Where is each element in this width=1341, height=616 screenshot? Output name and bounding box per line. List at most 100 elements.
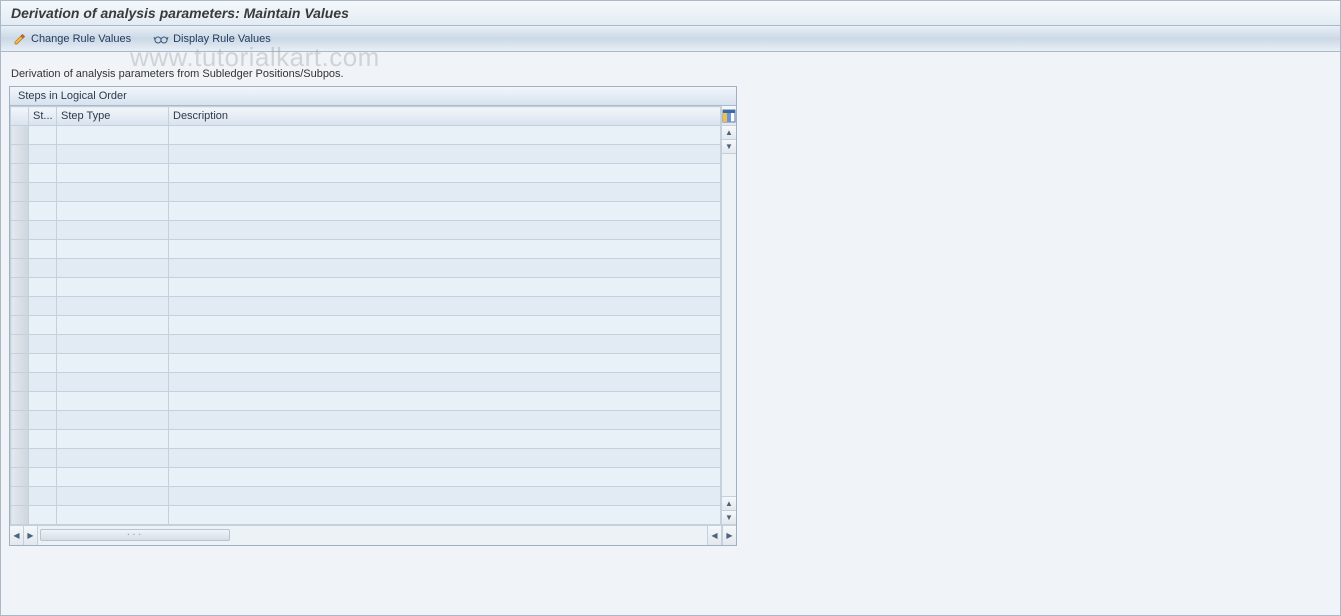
cell-st[interactable] (29, 449, 57, 468)
table-row[interactable] (11, 278, 721, 297)
cell-description[interactable] (169, 316, 721, 335)
scroll-up-button[interactable]: ▲ (722, 126, 736, 140)
cell-description[interactable] (169, 373, 721, 392)
cell-st[interactable] (29, 392, 57, 411)
cell-st[interactable] (29, 297, 57, 316)
cell-st[interactable] (29, 430, 57, 449)
cell-st[interactable] (29, 468, 57, 487)
row-selector[interactable] (11, 259, 29, 278)
cell-step-type[interactable] (57, 354, 169, 373)
table-row[interactable] (11, 221, 721, 240)
cell-st[interactable] (29, 240, 57, 259)
cell-step-type[interactable] (57, 183, 169, 202)
table-row[interactable] (11, 145, 721, 164)
cell-st[interactable] (29, 202, 57, 221)
display-rule-values-button[interactable]: Display Rule Values (149, 30, 275, 48)
row-selector[interactable] (11, 202, 29, 221)
cell-step-type[interactable] (57, 411, 169, 430)
cell-st[interactable] (29, 221, 57, 240)
cell-st[interactable] (29, 278, 57, 297)
table-row[interactable] (11, 373, 721, 392)
table-row[interactable] (11, 354, 721, 373)
change-rule-values-button[interactable]: Change Rule Values (9, 30, 135, 48)
table-row[interactable] (11, 506, 721, 525)
cell-step-type[interactable] (57, 145, 169, 164)
cell-st[interactable] (29, 183, 57, 202)
cell-description[interactable] (169, 392, 721, 411)
row-selector[interactable] (11, 449, 29, 468)
row-selector[interactable] (11, 392, 29, 411)
cell-st[interactable] (29, 164, 57, 183)
horizontal-scroll-thumb[interactable] (40, 529, 230, 541)
table-row[interactable] (11, 487, 721, 506)
cell-step-type[interactable] (57, 335, 169, 354)
cell-description[interactable] (169, 487, 721, 506)
col-header-st[interactable]: St... (29, 107, 57, 126)
cell-description[interactable] (169, 259, 721, 278)
cell-step-type[interactable] (57, 240, 169, 259)
row-selector[interactable] (11, 411, 29, 430)
cell-st[interactable] (29, 373, 57, 392)
cell-st[interactable] (29, 259, 57, 278)
cell-step-type[interactable] (57, 202, 169, 221)
cell-step-type[interactable] (57, 297, 169, 316)
cell-step-type[interactable] (57, 449, 169, 468)
cell-st[interactable] (29, 335, 57, 354)
cell-st[interactable] (29, 354, 57, 373)
cell-step-type[interactable] (57, 487, 169, 506)
table-row[interactable] (11, 202, 721, 221)
cell-st[interactable] (29, 506, 57, 525)
cell-description[interactable] (169, 240, 721, 259)
cell-step-type[interactable] (57, 164, 169, 183)
cell-description[interactable] (169, 202, 721, 221)
cell-description[interactable] (169, 430, 721, 449)
table-row[interactable] (11, 240, 721, 259)
table-row[interactable] (11, 297, 721, 316)
row-selector[interactable] (11, 506, 29, 525)
cell-st[interactable] (29, 126, 57, 145)
cell-st[interactable] (29, 316, 57, 335)
cell-step-type[interactable] (57, 506, 169, 525)
row-selector-header[interactable] (11, 107, 29, 126)
table-row[interactable] (11, 316, 721, 335)
table-row[interactable] (11, 259, 721, 278)
cell-description[interactable] (169, 221, 721, 240)
row-selector[interactable] (11, 354, 29, 373)
cell-step-type[interactable] (57, 430, 169, 449)
table-row[interactable] (11, 449, 721, 468)
cell-description[interactable] (169, 145, 721, 164)
cell-step-type[interactable] (57, 316, 169, 335)
cell-step-type[interactable] (57, 221, 169, 240)
table-row[interactable] (11, 392, 721, 411)
row-selector[interactable] (11, 487, 29, 506)
row-selector[interactable] (11, 430, 29, 449)
cell-description[interactable] (169, 183, 721, 202)
row-selector[interactable] (11, 221, 29, 240)
cell-description[interactable] (169, 354, 721, 373)
col-header-description[interactable]: Description (169, 107, 721, 126)
scroll-left-end-button[interactable]: ◀ (708, 526, 722, 545)
row-selector[interactable] (11, 164, 29, 183)
cell-step-type[interactable] (57, 392, 169, 411)
cell-st[interactable] (29, 487, 57, 506)
cell-description[interactable] (169, 278, 721, 297)
table-row[interactable] (11, 335, 721, 354)
table-row[interactable] (11, 468, 721, 487)
table-row[interactable] (11, 126, 721, 145)
cell-step-type[interactable] (57, 373, 169, 392)
scroll-up-end-button[interactable]: ▲ (722, 497, 736, 511)
table-row[interactable] (11, 183, 721, 202)
scroll-left-button[interactable]: ◀ (10, 526, 24, 545)
cell-description[interactable] (169, 126, 721, 145)
table-settings-button[interactable] (722, 106, 736, 126)
row-selector[interactable] (11, 278, 29, 297)
row-selector[interactable] (11, 316, 29, 335)
row-selector[interactable] (11, 297, 29, 316)
cell-st[interactable] (29, 411, 57, 430)
row-selector[interactable] (11, 183, 29, 202)
cell-description[interactable] (169, 449, 721, 468)
cell-step-type[interactable] (57, 259, 169, 278)
scroll-down-end-button[interactable]: ▼ (722, 511, 736, 525)
row-selector[interactable] (11, 240, 29, 259)
cell-description[interactable] (169, 468, 721, 487)
